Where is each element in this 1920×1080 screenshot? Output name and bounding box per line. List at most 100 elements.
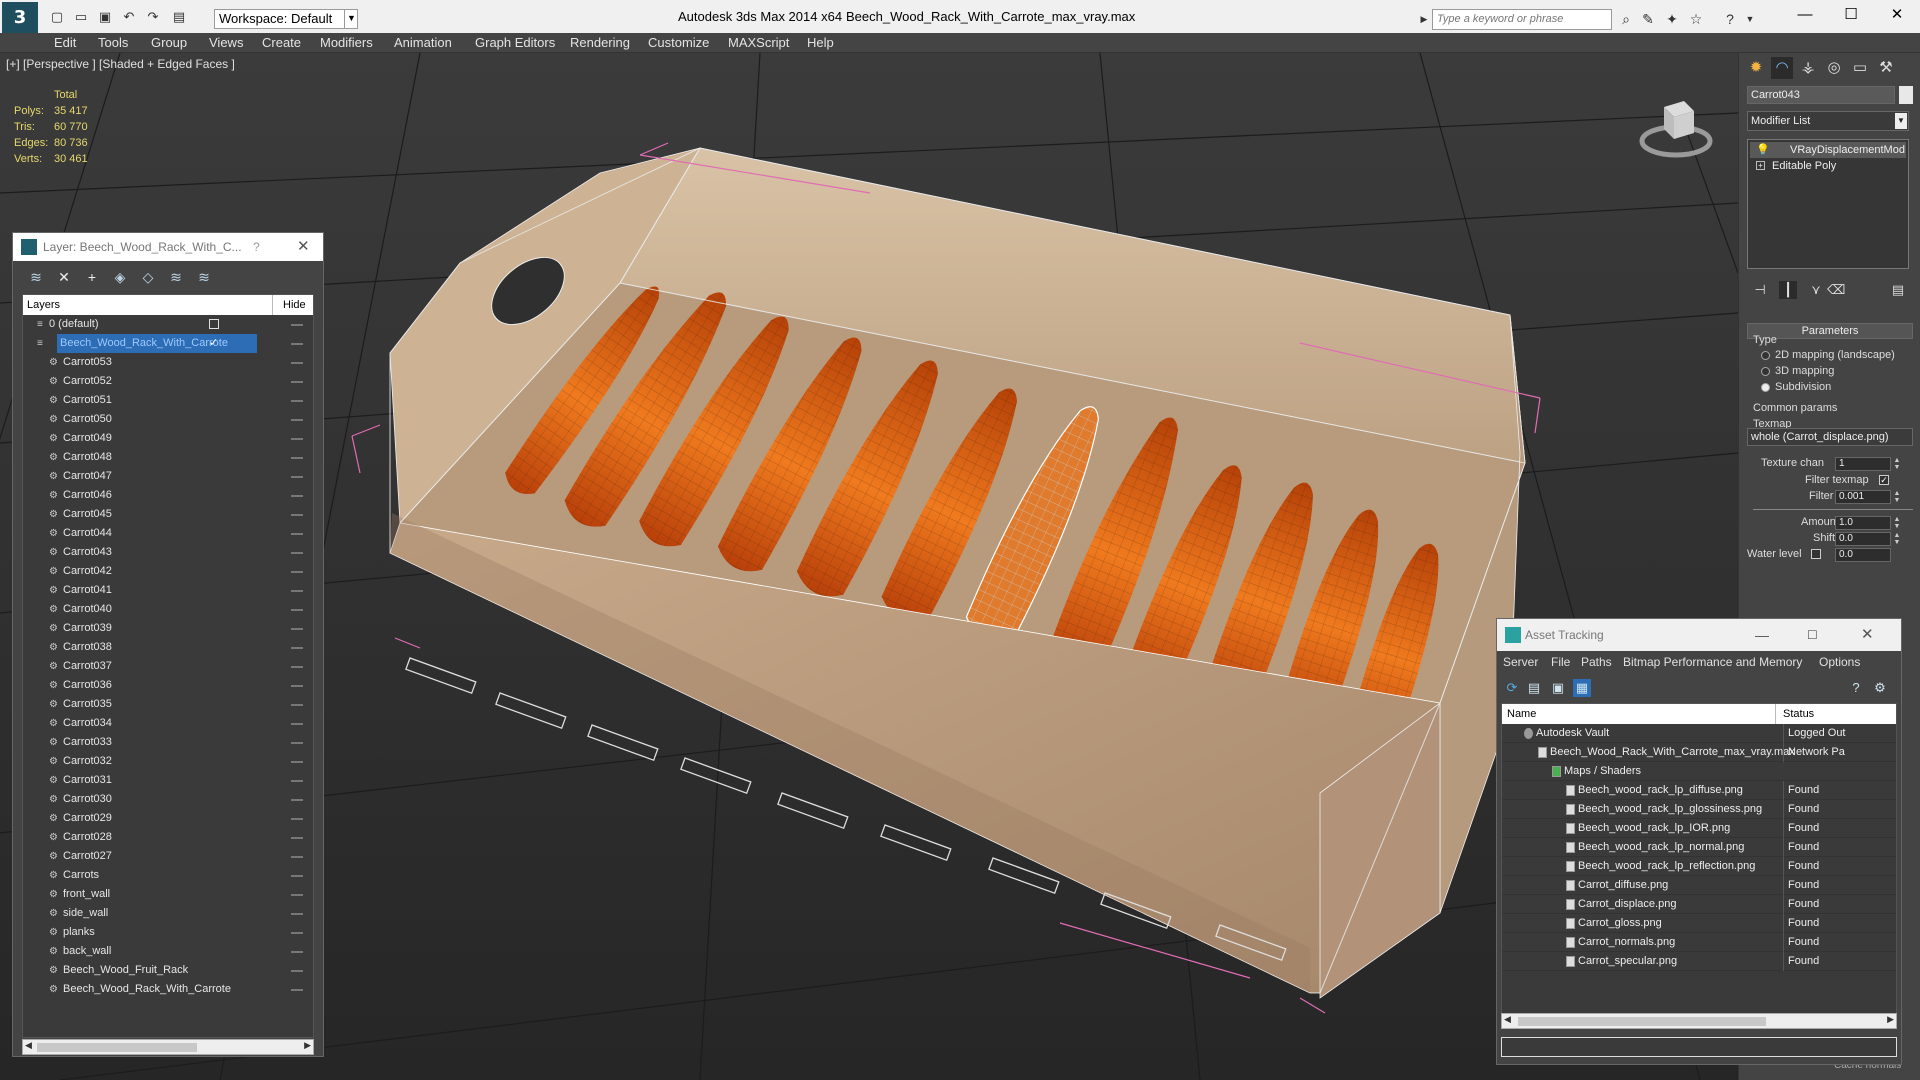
layer-list[interactable]: Layers Hide ≡ 0 (default) ≡ Beech_Wood_Rack… <box>22 294 314 1038</box>
display-tab-icon[interactable]: ▭ <box>1849 57 1871 79</box>
layer-object-row[interactable]: ⚙ Carrot029 <box>23 809 313 828</box>
menu-modifiers[interactable]: Modifiers <box>320 35 373 50</box>
layer-object-row[interactable]: ⚙ back_wall <box>23 942 313 961</box>
hide-toggle[interactable] <box>291 324 303 326</box>
asset-menu-server[interactable]: Server <box>1503 655 1538 669</box>
layer-dialog-titlebar[interactable]: Layer: Beech_Wood_Rack_With_C... ? ✕ <box>13 233 323 261</box>
hide-toggle[interactable] <box>291 381 303 383</box>
refresh-icon[interactable]: ⟳ <box>1503 679 1521 697</box>
hide-toggle[interactable] <box>291 742 303 744</box>
scroll-right-icon[interactable]: ▶ <box>304 1040 311 1051</box>
asset-row[interactable]: Autodesk Vault Logged Out <box>1502 724 1896 743</box>
amount-spinner[interactable]: 1.0 <box>1835 516 1891 530</box>
column-hide[interactable]: Hide <box>283 299 306 311</box>
menu-maxscript[interactable]: MAXScript <box>728 35 789 50</box>
save-file-icon[interactable]: ▣ <box>96 8 114 26</box>
scroll-right-icon[interactable]: ▶ <box>1887 1014 1894 1025</box>
asset-table[interactable]: Name Status Autodesk Vault Logged Out Beec… <box>1501 703 1897 1029</box>
create-tab-icon[interactable]: ✹ <box>1745 57 1767 79</box>
menu-help[interactable]: Help <box>807 35 834 50</box>
minimize-icon[interactable]: — <box>1755 619 1769 651</box>
help-icon[interactable]: ? <box>1720 9 1740 29</box>
asset-row[interactable]: Maps / Shaders <box>1502 762 1896 781</box>
modify-tab-icon[interactable]: ◠ <box>1771 57 1793 79</box>
hide-toggle[interactable] <box>291 837 303 839</box>
hide-toggle[interactable] <box>291 514 303 516</box>
new-file-icon[interactable]: ▢ <box>48 8 66 26</box>
layer-object-row[interactable]: ⚙ Carrot052 <box>23 372 313 391</box>
help-icon[interactable]: ? <box>253 233 260 261</box>
expand-icon[interactable]: + <box>1756 161 1765 170</box>
asset-menu-bitmap[interactable]: Bitmap Performance and Memory <box>1623 655 1802 669</box>
menu-rendering[interactable]: Rendering <box>570 35 630 50</box>
asset-row[interactable]: Beech_wood_rack_lp_glossiness.png Found <box>1502 800 1896 819</box>
layer-object-row[interactable]: ⚙ Carrot047 <box>23 467 313 486</box>
hide-all-layers-icon[interactable]: ≋ <box>167 268 185 286</box>
hide-toggle[interactable] <box>291 400 303 402</box>
spinner-arrows-icon[interactable]: ▲ ▼ <box>1893 490 1901 504</box>
asset-help-icon[interactable]: ? <box>1847 679 1865 697</box>
favorites-icon[interactable]: ☆ <box>1686 9 1706 29</box>
configure-modifier-sets-icon[interactable]: ▤ <box>1889 281 1907 299</box>
menu-group[interactable]: Group <box>151 35 187 50</box>
layer-object-row[interactable]: ⚙ Beech_Wood_Rack_With_Carrote <box>23 980 313 999</box>
layer-object-row[interactable]: ⚙ Carrot036 <box>23 676 313 695</box>
modifier-list-dropdown[interactable]: Modifier List <box>1747 111 1909 131</box>
hide-toggle[interactable] <box>291 571 303 573</box>
subscription-icon[interactable]: ✎ <box>1638 9 1658 29</box>
stack-item-editable-poly[interactable]: + Editable Poly <box>1750 158 1906 174</box>
layer-object-row[interactable]: ⚙ Carrot053 <box>23 353 313 372</box>
hide-toggle[interactable] <box>291 419 303 421</box>
column-layers[interactable]: Layers <box>27 299 60 311</box>
hide-toggle[interactable] <box>291 932 303 934</box>
asset-row[interactable]: Carrot_normals.png Found <box>1502 933 1896 952</box>
menu-animation[interactable]: Animation <box>394 35 452 50</box>
hide-toggle[interactable] <box>291 495 303 497</box>
scroll-left-icon[interactable]: ◀ <box>1504 1014 1511 1025</box>
layer-object-row[interactable]: ⚙ Carrot037 <box>23 657 313 676</box>
hide-toggle[interactable] <box>291 856 303 858</box>
layer-object-row[interactable]: ⚙ Carrot033 <box>23 733 313 752</box>
asset-settings-icon[interactable]: ⚙ <box>1871 679 1889 697</box>
scroll-left-icon[interactable]: ◀ <box>25 1040 32 1051</box>
layer-object-row[interactable]: ⚙ front_wall <box>23 885 313 904</box>
horizontal-scrollbar[interactable]: ◀ ▶ <box>1501 1013 1897 1029</box>
layer-object-row[interactable]: ⚙ Carrot049 <box>23 429 313 448</box>
open-file-icon[interactable]: ▭ <box>72 8 90 26</box>
asset-menu-paths[interactable]: Paths <box>1581 655 1612 669</box>
hide-toggle[interactable] <box>291 438 303 440</box>
hide-toggle[interactable] <box>291 647 303 649</box>
close-icon[interactable]: ✕ <box>1861 619 1874 651</box>
menu-views[interactable]: Views <box>209 35 243 50</box>
asset-row[interactable]: Carrot_specular.png Found <box>1502 952 1896 971</box>
layer-object-row[interactable]: ⚙ Carrot031 <box>23 771 313 790</box>
radio-label[interactable]: 3D mapping <box>1775 365 1834 377</box>
table-view-icon[interactable]: ▦ <box>1573 679 1591 697</box>
thumbnail-view-icon[interactable]: ▣ <box>1549 679 1567 697</box>
search-input[interactable]: Type a keyword or phrase <box>1432 9 1612 30</box>
search-expand-icon[interactable]: ▶ <box>1414 9 1434 29</box>
hide-toggle[interactable] <box>291 362 303 364</box>
list-view-icon[interactable]: ▤ <box>1525 679 1543 697</box>
chevron-down-icon[interactable]: ▼ <box>344 9 358 29</box>
layer-object-row[interactable]: ⚙ Carrot032 <box>23 752 313 771</box>
water-level-checkbox[interactable] <box>1811 549 1821 559</box>
asset-row[interactable]: Beech_wood_rack_lp_diffuse.png Found <box>1502 781 1896 800</box>
column-name[interactable]: Name <box>1507 708 1536 720</box>
menu-graph-editors[interactable]: Graph Editors <box>475 35 555 50</box>
minimize-icon[interactable]: — <box>1782 0 1828 32</box>
hide-toggle[interactable] <box>291 913 303 915</box>
communication-icon[interactable]: ✦ <box>1662 9 1682 29</box>
project-folder-icon[interactable]: ▤ <box>170 8 188 26</box>
water-level-spinner[interactable]: 0.0 <box>1835 548 1891 562</box>
hide-toggle[interactable] <box>291 780 303 782</box>
hide-toggle[interactable] <box>291 533 303 535</box>
radio-3d-mapping[interactable] <box>1761 367 1770 376</box>
layer-object-row[interactable]: ⚙ Carrot040 <box>23 600 313 619</box>
highlight-selected-layer-icon[interactable]: ◇ <box>139 268 157 286</box>
maximize-icon[interactable]: ☐ <box>1807 619 1818 651</box>
texmap-button[interactable]: whole (Carrot_displace.png) <box>1747 428 1913 446</box>
spinner-arrows-icon[interactable]: ▲ ▼ <box>1893 532 1901 546</box>
filter-texmap-checkbox[interactable]: ✓ <box>1879 475 1889 485</box>
texture-chan-spinner[interactable]: 1 <box>1835 457 1891 471</box>
